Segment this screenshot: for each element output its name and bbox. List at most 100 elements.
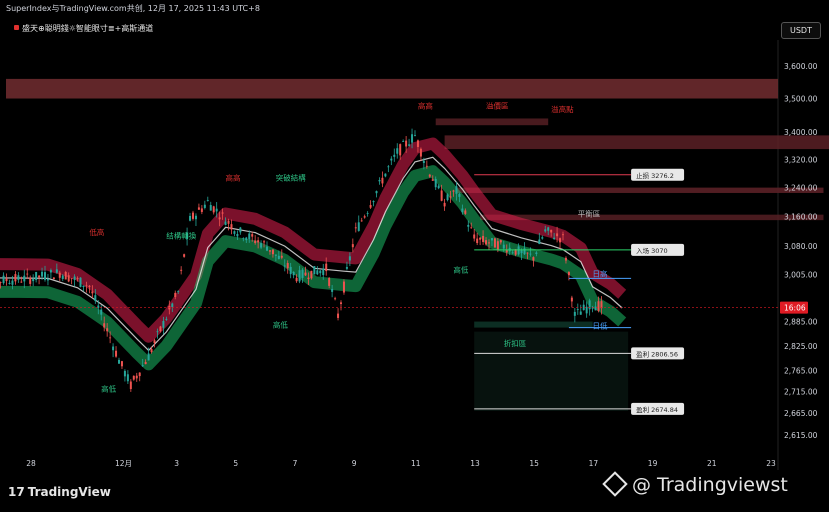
candle-body — [245, 237, 248, 241]
candle-body — [529, 253, 532, 255]
y-tick-label: 2,615.00 — [784, 431, 818, 440]
price-chart[interactable]: 止损 3276.2 入场 3070 盈利 2806.56 盈利 2674.84 低高 结… — [0, 0, 829, 512]
candle-body — [328, 277, 331, 286]
candle-body — [369, 205, 372, 208]
candle-body — [197, 207, 200, 210]
candle-body — [579, 311, 582, 315]
candle-body — [132, 375, 135, 380]
candle-body — [479, 237, 482, 240]
candle-body — [576, 309, 579, 310]
candle-body — [304, 272, 307, 276]
candle-body — [331, 288, 334, 292]
candle-body — [165, 318, 168, 320]
supply-zone-top — [6, 78, 778, 99]
candle-body — [88, 285, 91, 288]
candle-body — [277, 255, 280, 259]
candle-body — [493, 238, 496, 248]
candle-body — [177, 291, 180, 292]
candle-body — [408, 144, 411, 146]
candle-body — [396, 148, 399, 154]
candle-body — [550, 229, 553, 233]
candle-body — [20, 281, 23, 283]
discount-zone — [474, 331, 629, 411]
chart-annotation: 高低 — [273, 320, 288, 330]
candle-body — [366, 213, 369, 214]
tradingview-logo[interactable]: 17 TradingView — [8, 485, 111, 499]
candle-body — [194, 215, 197, 220]
candle-body — [115, 350, 118, 357]
candle-body — [274, 254, 277, 256]
candle-body — [248, 233, 251, 240]
candle-body — [150, 349, 153, 353]
candle-body — [206, 200, 209, 201]
chart-annotation: 日高 — [593, 268, 608, 278]
candle-body — [452, 190, 455, 192]
candle-body — [5, 278, 8, 282]
candle-body — [526, 252, 529, 254]
candle-body — [562, 234, 564, 236]
candle-body — [354, 227, 357, 229]
candle-body — [203, 204, 206, 208]
candle-body — [0, 282, 2, 283]
x-tick-label: 12月 — [115, 459, 132, 468]
candle-body — [298, 270, 301, 282]
trade-level-tag: 止损 3276.2 — [631, 168, 685, 181]
candle-body — [280, 255, 283, 258]
candle-body — [242, 238, 245, 240]
candle-body — [360, 220, 363, 222]
candle-body — [82, 285, 85, 288]
candle-body — [378, 180, 381, 182]
candle-body — [156, 331, 159, 333]
candle-body — [283, 265, 286, 267]
y-tick-label: 3,400.00 — [784, 128, 818, 137]
candle-body — [215, 208, 218, 212]
candle-body — [67, 275, 70, 282]
chart-annotation: 高高 — [225, 173, 240, 183]
candle-body — [535, 252, 538, 254]
candle-body — [345, 267, 348, 269]
candle-body — [467, 224, 470, 227]
candle-body — [476, 238, 479, 244]
currency-button[interactable]: USDT — [781, 22, 821, 39]
candle-body — [44, 272, 46, 280]
supply-zone-upper — [444, 135, 829, 150]
tradingview-logo-icon: 17 — [8, 485, 25, 499]
indicator-dot-icon — [14, 25, 19, 30]
candle-body — [189, 215, 192, 221]
candle-body — [49, 270, 52, 273]
candle-body — [29, 277, 32, 284]
premium-zone — [435, 118, 549, 126]
trade-level-label: 盈利 2674.84 — [636, 405, 678, 414]
candle-body — [266, 246, 268, 251]
candle-body — [425, 165, 428, 167]
y-tick-label: 2,885.00 — [784, 318, 818, 327]
candle-body — [434, 178, 437, 188]
candle-body — [597, 301, 600, 311]
candle-body — [268, 250, 271, 252]
chart-annotation: 高低 — [453, 265, 468, 275]
candle-body — [112, 346, 115, 351]
candle-body — [286, 263, 289, 269]
x-tick-label: 9 — [352, 459, 357, 468]
candle-body — [523, 248, 526, 255]
indicator-title[interactable]: 盛天⊕聪明錢☼智能眼寸≣+高斯通道 — [14, 23, 153, 34]
candle-body — [2, 275, 5, 284]
candle-body — [180, 269, 183, 271]
candle-body — [129, 381, 132, 390]
watermark-diamond-icon — [602, 471, 628, 497]
x-tick-label: 21 — [707, 459, 717, 468]
candle-body — [26, 273, 29, 275]
y-tick-label: 2,715.00 — [784, 388, 818, 397]
candle-body — [144, 362, 147, 365]
candle-body — [141, 365, 144, 367]
y-tick-label: 2,665.00 — [784, 409, 818, 418]
x-tick-label: 11 — [411, 459, 421, 468]
candle-body — [319, 270, 322, 274]
candle-body — [233, 231, 236, 234]
candle-body — [85, 285, 88, 287]
candle-body — [387, 166, 390, 168]
trade-level-label: 入场 3070 — [636, 246, 668, 255]
candle-body — [192, 212, 194, 219]
candle-body — [482, 235, 485, 242]
candle-body — [473, 234, 476, 239]
